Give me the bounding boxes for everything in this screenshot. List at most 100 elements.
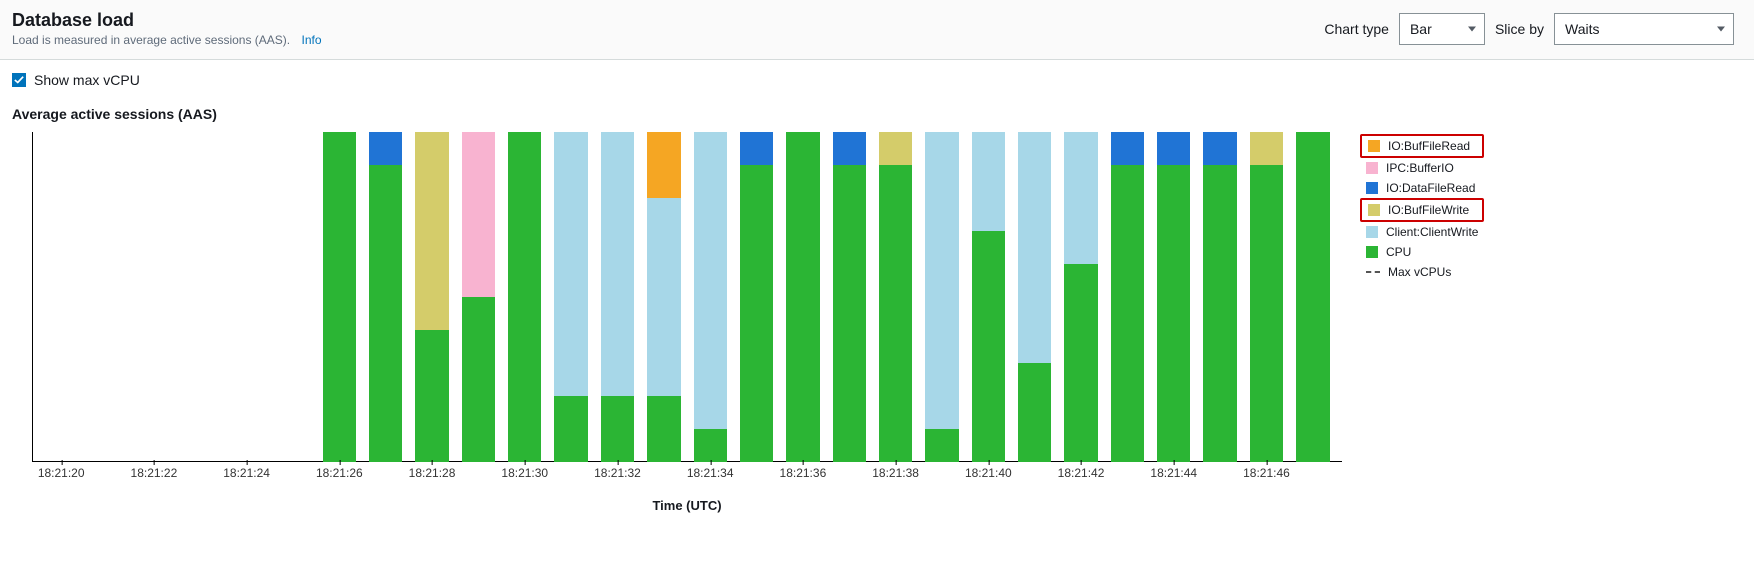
bar-segment <box>694 429 727 462</box>
stacked-bar <box>694 132 727 462</box>
x-tick: 18:21:24 <box>223 466 270 480</box>
bar-segment <box>1111 132 1144 165</box>
bar-segment <box>786 132 819 462</box>
bar-slot <box>84 132 130 462</box>
legend-dash-icon <box>1366 271 1380 273</box>
bar-slot <box>1290 132 1336 462</box>
stacked-bar <box>1296 132 1329 462</box>
x-axis-ticks: 18:21:2018:21:2218:21:2418:21:2618:21:28… <box>32 462 1342 496</box>
chart-type-label: Chart type <box>1324 21 1389 37</box>
bar-segment <box>1203 132 1236 165</box>
bar-slot <box>1197 132 1243 462</box>
bar-segment <box>323 132 356 462</box>
legend-label: CPU <box>1386 245 1411 259</box>
stacked-bar <box>879 132 912 462</box>
stacked-bar <box>647 132 680 462</box>
stacked-bar <box>740 132 773 462</box>
legend-label: IO:BufFileWrite <box>1388 203 1469 217</box>
stacked-bar <box>415 132 448 462</box>
legend-label: Client:ClientWrite <box>1386 225 1478 239</box>
x-tick: 18:21:34 <box>687 466 734 480</box>
page-title: Database load <box>12 10 1324 31</box>
legend-item[interactable]: Max vCPUs <box>1360 262 1484 282</box>
chart-type-select[interactable]: Bar <box>1399 13 1485 45</box>
bar-segment <box>972 231 1005 462</box>
legend-item[interactable]: Client:ClientWrite <box>1360 222 1484 242</box>
legend-item[interactable]: IO:BufFileRead <box>1360 134 1484 158</box>
slice-by-value: Waits <box>1565 21 1599 37</box>
x-tick: 18:21:30 <box>501 466 548 480</box>
bar-slot <box>641 132 687 462</box>
chart-plot <box>32 132 1342 462</box>
bar-segment <box>1296 132 1329 462</box>
legend-swatch-icon <box>1366 226 1378 238</box>
bar-slot <box>1104 132 1150 462</box>
slice-by-select[interactable]: Waits <box>1554 13 1734 45</box>
stacked-bar <box>601 132 634 462</box>
bar-segment <box>694 132 727 429</box>
bar-segment <box>462 297 495 462</box>
stacked-bar <box>925 132 958 462</box>
bar-slot <box>38 132 84 462</box>
bar-slot <box>502 132 548 462</box>
bar-segment <box>925 429 958 462</box>
bar-segment <box>1203 165 1236 462</box>
legend-swatch-icon <box>1366 182 1378 194</box>
x-tick: 18:21:32 <box>594 466 641 480</box>
bar-slot <box>409 132 455 462</box>
bar-slot <box>363 132 409 462</box>
bar-slot <box>780 132 826 462</box>
bar-segment <box>415 132 448 330</box>
bar-segment <box>925 132 958 429</box>
bar-segment <box>647 132 680 198</box>
bar-slot <box>965 132 1011 462</box>
bar-slot <box>1151 132 1197 462</box>
bar-segment <box>601 132 634 396</box>
chart-type-value: Bar <box>1410 21 1432 37</box>
subtitle-text: Load is measured in average active sessi… <box>12 33 290 47</box>
bar-segment <box>1018 363 1051 462</box>
x-tick: 18:21:20 <box>38 466 85 480</box>
stacked-bar <box>786 132 819 462</box>
stacked-bar <box>972 132 1005 462</box>
legend-item[interactable]: CPU <box>1360 242 1484 262</box>
bar-segment <box>647 198 680 396</box>
legend-label: Max vCPUs <box>1388 265 1451 279</box>
bar-segment <box>879 132 912 165</box>
legend-item[interactable]: IO:BufFileWrite <box>1360 198 1484 222</box>
bar-segment <box>833 132 866 165</box>
bar-segment <box>1157 165 1190 462</box>
bar-slot <box>687 132 733 462</box>
legend-item[interactable]: IO:DataFileRead <box>1360 178 1484 198</box>
bar-segment <box>601 396 634 462</box>
bar-slot <box>455 132 501 462</box>
x-tick: 18:21:36 <box>780 466 827 480</box>
bar-slot <box>594 132 640 462</box>
bar-segment <box>1111 165 1144 462</box>
show-max-vcpu-label: Show max vCPU <box>34 72 140 88</box>
bar-segment <box>740 165 773 462</box>
bar-segment <box>1018 132 1051 363</box>
x-tick: 18:21:44 <box>1150 466 1197 480</box>
legend-swatch-icon <box>1366 162 1378 174</box>
x-tick: 18:21:38 <box>872 466 919 480</box>
bar-segment <box>415 330 448 462</box>
x-axis-label: Time (UTC) <box>32 498 1342 513</box>
stacked-bar <box>1157 132 1190 462</box>
stacked-bar <box>1064 132 1097 462</box>
legend-item[interactable]: IPC:BufferIO <box>1360 158 1484 178</box>
bar-segment <box>369 165 402 462</box>
bar-slot <box>826 132 872 462</box>
x-tick: 18:21:42 <box>1058 466 1105 480</box>
bar-segment <box>1157 132 1190 165</box>
chart-title: Average active sessions (AAS) <box>12 106 1734 122</box>
show-max-vcpu-checkbox[interactable] <box>12 73 26 87</box>
slice-by-label: Slice by <box>1495 21 1544 37</box>
bar-slot <box>316 132 362 462</box>
bar-segment <box>1064 132 1097 264</box>
bar-segment <box>972 132 1005 231</box>
bar-segment <box>554 132 587 396</box>
bar-slot <box>1058 132 1104 462</box>
legend-swatch-icon <box>1368 204 1380 216</box>
info-link[interactable]: Info <box>301 33 321 47</box>
